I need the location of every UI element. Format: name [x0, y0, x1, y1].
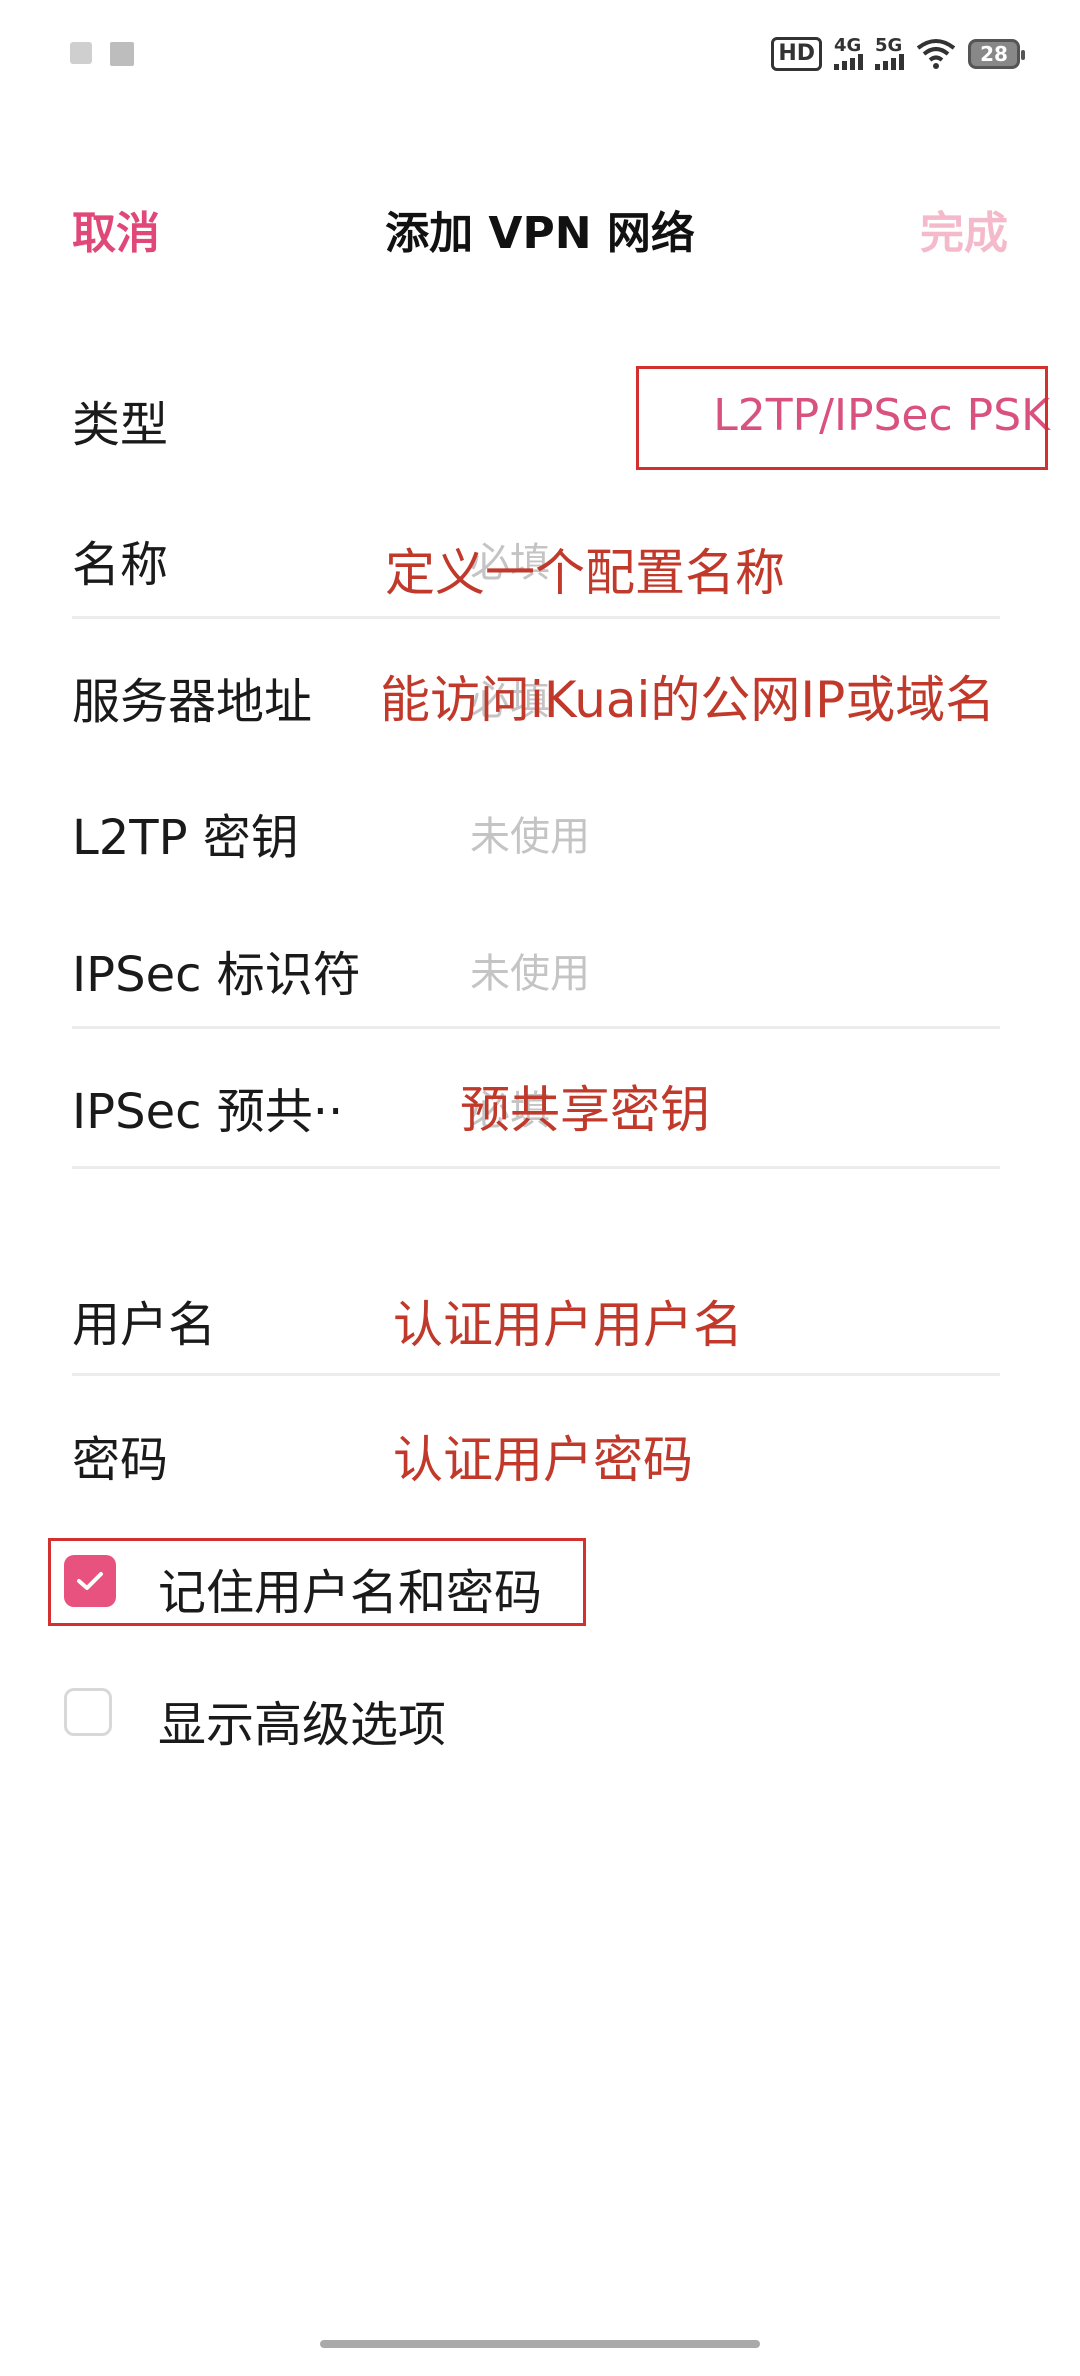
type-label: 类型 — [72, 397, 169, 453]
page-title: 添加 VPN 网络 — [385, 208, 695, 259]
remember-highlight-box — [48, 1538, 586, 1626]
ipsec-id-input[interactable]: 未使用 — [470, 941, 590, 999]
psk-annotation: 预共享密钥 — [460, 1081, 710, 1139]
server-annotation: 能访问iKuai的公网IP或域名 — [380, 671, 996, 729]
hd-icon: HD — [771, 37, 822, 71]
type-highlight-box — [636, 366, 1048, 470]
home-indicator[interactable] — [320, 2340, 760, 2348]
server-label: 服务器地址 — [72, 674, 313, 730]
divider — [72, 616, 1000, 619]
divider — [72, 1026, 1000, 1029]
signal-5g-icon: 5G — [875, 37, 904, 70]
cancel-button[interactable]: 取消 — [72, 197, 160, 261]
signal-4g-icon: 4G — [834, 37, 863, 70]
password-input[interactable]: 认证用户密码 — [393, 1420, 693, 1492]
l2tp-key-label: L2TP 密钥 — [72, 810, 299, 866]
divider — [72, 1166, 1000, 1169]
done-button[interactable]: 完成 — [920, 197, 1008, 261]
password-label: 密码 — [72, 1432, 169, 1488]
wifi-icon — [916, 39, 956, 69]
name-label: 名称 — [72, 537, 169, 593]
username-label: 用户名 — [72, 1297, 217, 1353]
ipsec-psk-label: IPSec 预共·· — [72, 1084, 344, 1140]
battery-icon: 28 — [968, 39, 1025, 69]
ipsec-id-label: IPSec 标识符 — [72, 947, 361, 1003]
username-input[interactable]: 认证用户用户名 — [393, 1285, 743, 1357]
divider — [72, 1373, 1000, 1376]
status-bar-right: HD 4G 5G 28 — [771, 36, 1025, 72]
notification-icon — [70, 42, 92, 64]
l2tp-key-input[interactable]: 未使用 — [470, 804, 590, 862]
advanced-options-label[interactable]: 显示高级选项 — [158, 1685, 446, 1755]
name-annotation: 定义一个配置名称 — [385, 544, 785, 602]
advanced-options-checkbox[interactable] — [64, 1688, 112, 1736]
notification-icon-2 — [110, 42, 134, 66]
